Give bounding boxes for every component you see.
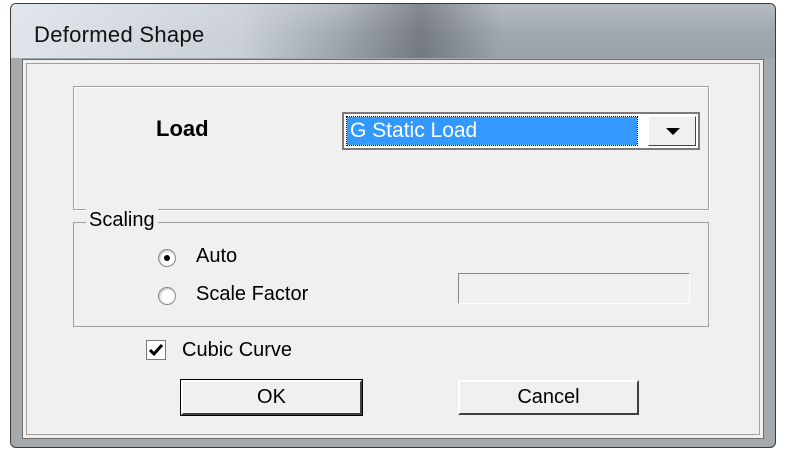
cancel-button[interactable]: Cancel — [458, 380, 639, 415]
title-bar[interactable]: Deformed Shape — [11, 4, 775, 58]
checkmark-icon — [148, 344, 164, 357]
auto-label[interactable]: Auto — [196, 245, 237, 268]
scale-factor-input[interactable] — [458, 273, 690, 304]
window-title: Deformed Shape — [34, 22, 205, 47]
load-case-selected[interactable]: G Static Load — [346, 116, 638, 146]
radio-selected-dot — [164, 255, 170, 261]
load-label: Load — [156, 116, 209, 141]
ok-button[interactable]: OK — [180, 379, 363, 416]
scaling-group-title: Scaling — [86, 209, 158, 232]
cubic-curve-label[interactable]: Cubic Curve — [182, 339, 292, 362]
scale-factor-label[interactable]: Scale Factor — [196, 283, 308, 306]
load-case-dropdown[interactable]: G Static Load — [342, 112, 700, 150]
chevron-down-icon[interactable] — [648, 116, 696, 146]
cubic-curve-checkbox[interactable] — [146, 340, 166, 360]
auto-radio[interactable] — [158, 249, 176, 267]
scale-factor-radio[interactable] — [158, 287, 176, 305]
